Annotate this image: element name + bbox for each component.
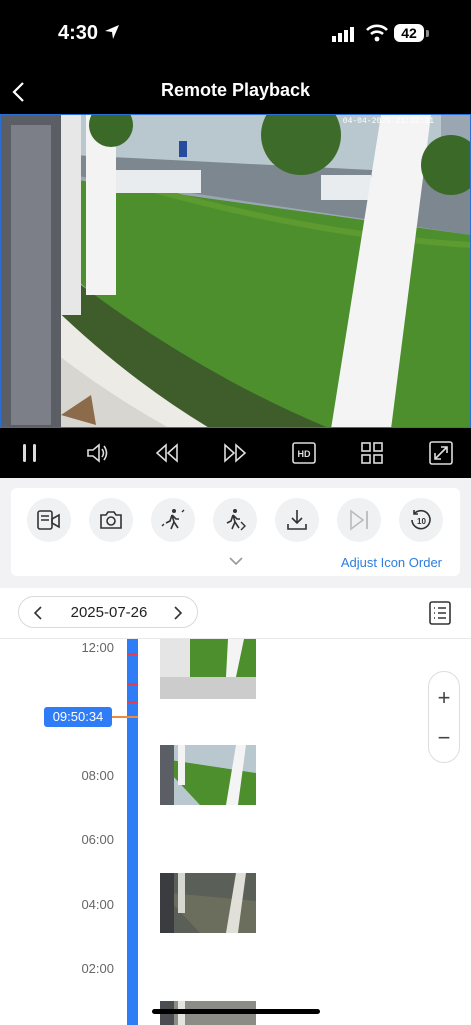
date-selector[interactable]: 2025-07-26: [18, 596, 198, 628]
snapshot-button[interactable]: [89, 498, 133, 542]
tick-label: 02:00: [81, 961, 114, 976]
event-mark: [127, 701, 138, 703]
fast-forward-icon[interactable]: [222, 440, 248, 466]
page-title: Remote Playback: [160, 80, 311, 100]
replay-10-icon: 10: [411, 509, 431, 530]
clip-thumbnail[interactable]: [160, 745, 256, 805]
zoom-out-button[interactable]: −: [429, 718, 459, 758]
selected-date[interactable]: 2025-07-26: [59, 604, 159, 621]
motion-detection-button[interactable]: [213, 498, 257, 542]
download-button[interactable]: [275, 498, 319, 542]
cellular-signal-icon: [332, 27, 354, 42]
location-arrow-icon: [105, 25, 119, 39]
camera-icon: [100, 511, 122, 529]
person-motion-icon: [226, 509, 246, 531]
record-button[interactable]: [27, 498, 71, 542]
skip-next-icon: [350, 509, 368, 531]
status-time: 4:30: [58, 22, 99, 44]
svg-text:HD: HD: [298, 449, 311, 459]
date-bar: 2025-07-26: [0, 588, 471, 638]
next-clip-button[interactable]: [337, 498, 381, 542]
tick-label: 12:00: [81, 640, 114, 655]
person-walking-icon: [161, 509, 185, 530]
playhead-line: [112, 716, 138, 718]
timeline[interactable]: 12:00 08:00 06:00 04:00 02:00 09:50:34 +…: [0, 638, 471, 1025]
tick-label: 04:00: [81, 897, 114, 912]
tool-panel: 10 Adjust Icon Order: [11, 488, 460, 576]
tick-label: 08:00: [81, 768, 114, 783]
fullscreen-icon[interactable]: [428, 440, 454, 466]
pause-icon[interactable]: [17, 440, 43, 466]
list-view-icon[interactable]: [428, 600, 452, 626]
battery-indicator: 42: [394, 24, 424, 42]
clip-thumbnail[interactable]: [160, 873, 256, 933]
event-mark: [127, 683, 138, 685]
camera-feed-image: [1, 115, 470, 427]
video-record-icon: [37, 510, 60, 530]
playhead-time: 09:50:34: [44, 707, 112, 727]
adjust-icon-order-link[interactable]: Adjust Icon Order: [341, 555, 442, 570]
video-osd-timestamp: 04-04-2025 21:22:31: [342, 117, 434, 126]
hd-quality-icon[interactable]: HD: [291, 440, 317, 466]
human-detection-button[interactable]: [151, 498, 195, 542]
chevron-down-icon[interactable]: [229, 556, 243, 566]
tick-label: 06:00: [81, 832, 114, 847]
grid-layout-icon[interactable]: [359, 440, 385, 466]
status-bar: 4:30 42: [0, 0, 471, 70]
event-mark: [127, 653, 138, 655]
wifi-icon: [366, 24, 388, 42]
nav-bar: Remote Playback: [0, 70, 471, 114]
zoom-control: + −: [428, 671, 460, 763]
video-player[interactable]: 04-04-2025 21:22:31: [0, 114, 471, 428]
chevron-right-icon[interactable]: [169, 605, 185, 621]
recording-track[interactable]: [127, 639, 138, 1025]
zoom-in-button[interactable]: +: [429, 678, 459, 718]
replay-10-button[interactable]: 10: [399, 498, 443, 542]
clip-thumbnail[interactable]: [160, 639, 256, 699]
rewind-icon[interactable]: [154, 440, 180, 466]
svg-text:10: 10: [417, 517, 426, 526]
volume-icon[interactable]: [85, 440, 111, 466]
battery-tip: [426, 30, 429, 37]
home-indicator: [152, 1009, 320, 1014]
player-controls: HD: [0, 428, 471, 478]
chevron-left-icon[interactable]: [31, 605, 47, 621]
download-icon: [287, 510, 307, 530]
